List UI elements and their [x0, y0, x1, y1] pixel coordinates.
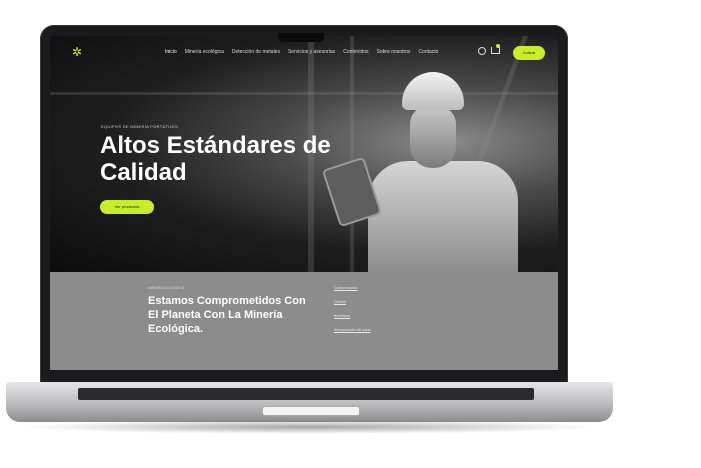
nav-link-contenidos[interactable]: Contenidos — [343, 49, 368, 55]
cart-icon[interactable] — [491, 47, 500, 54]
laptop-screen: ✲ Inicio Minería ecológica Detección de … — [50, 36, 558, 370]
nav-link-mineria[interactable]: Minería ecológica — [185, 49, 224, 55]
section-link-recuperacion[interactable]: Recuperación del suelo — [334, 328, 371, 332]
section-link-contaminacion[interactable]: Contaminación — [334, 286, 371, 290]
scaffold-beam — [50, 92, 558, 95]
commitment-section: MINERÍA ECOLÓGICA Estamos Comprometidos … — [50, 272, 558, 370]
hero-title: Altos Estándares de Calidad — [100, 132, 331, 186]
worker-figure — [368, 161, 518, 272]
section-link-calidad[interactable]: Calidad — [334, 300, 371, 304]
nav-links: Inicio Minería ecológica Detección de me… — [165, 49, 438, 55]
nav-link-inicio[interactable]: Inicio — [165, 49, 177, 55]
quote-button[interactable]: Cotizar — [513, 46, 545, 60]
cart-badge — [496, 44, 500, 48]
nav-link-deteccion[interactable]: Detección de metales — [232, 49, 280, 55]
hero-cta-button[interactable]: Ver productos — [100, 200, 154, 214]
keyboard-hinge — [78, 388, 534, 400]
brand-logo-icon[interactable]: ✲ — [72, 46, 82, 58]
worker-face — [410, 106, 456, 168]
section-eyebrow: MINERÍA ECOLÓGICA — [148, 286, 185, 290]
section-links: Contaminación Calidad Beneficios Recuper… — [334, 286, 371, 342]
section-title: Estamos Comprometidos Con El Planeta Con… — [148, 295, 306, 335]
trackpad-notch — [263, 407, 359, 415]
webcam-notch — [278, 33, 324, 42]
nav-link-servicios[interactable]: Servicios y asesorías — [288, 49, 335, 55]
hero-eyebrow: EQUIPOS DE MINERÍA PORTÁTILES — [101, 124, 179, 129]
section-link-beneficios[interactable]: Beneficios — [334, 314, 371, 318]
search-icon[interactable] — [478, 47, 486, 55]
nav-link-sobre[interactable]: Sobre nosotros — [377, 49, 411, 55]
scaffold-beam — [350, 36, 354, 272]
nav-link-contacto[interactable]: Contacto — [418, 49, 438, 55]
hard-hat — [402, 72, 464, 110]
laptop-shadow — [20, 420, 600, 434]
